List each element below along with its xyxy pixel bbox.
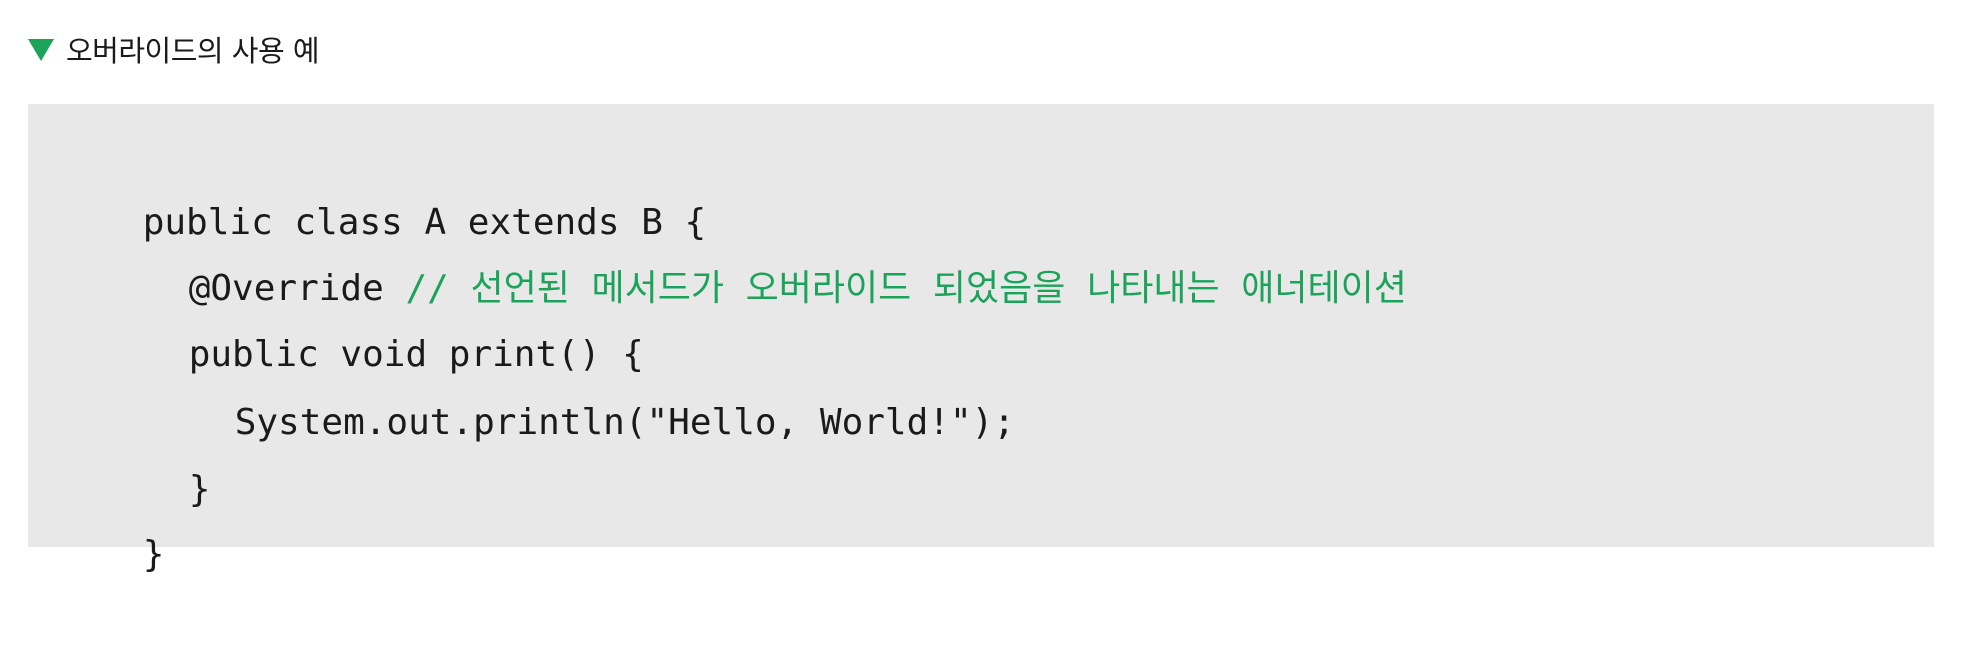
code-line: public void print() { [102,256,644,375]
closing-brace: } [142,534,165,575]
code-line: } [56,456,165,575]
code-text: System.out.println("Hello, World!"); [234,402,1015,443]
code-line: @Override // 선언된 메서드가 오버라이드 되었음을 나타내는 애너… [102,190,1407,309]
example-caption: 오버라이드의 사용 예 [28,22,320,76]
code-line: System.out.println("Hello, World!"); [148,324,1015,443]
code-line: public class A extends B { [56,124,707,243]
code-line: } [102,391,211,510]
caption-text: 오버라이드의 사용 예 [66,34,320,68]
closing-brace: } [188,469,211,510]
code-block: public class A extends B { @Override // … [28,104,1934,575]
triangle-down-icon [28,39,54,61]
